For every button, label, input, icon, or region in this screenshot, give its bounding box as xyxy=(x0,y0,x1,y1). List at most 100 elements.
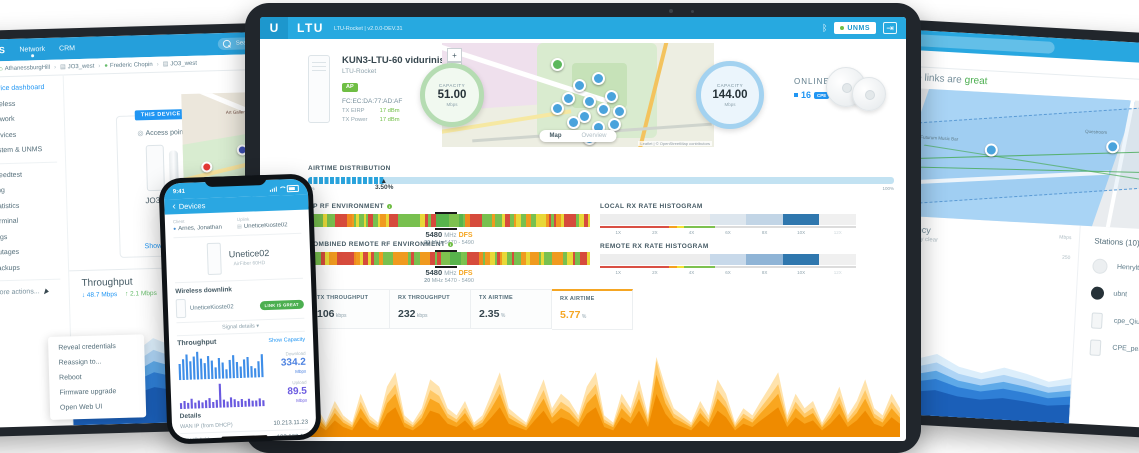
toggle-map[interactable]: Map xyxy=(539,130,571,142)
bluetooth-icon[interactable]: ᛒ xyxy=(822,23,827,33)
divider xyxy=(0,161,57,164)
client-value[interactable]: ●Arnes, Jonathan xyxy=(173,224,237,232)
sidebar-item-backups[interactable]: ↻Backups xyxy=(0,259,68,277)
cursor-icon xyxy=(44,288,50,295)
unms-button[interactable]: UNMS xyxy=(834,22,876,34)
client-label: Client xyxy=(173,217,237,224)
sidebar-item-system-unms[interactable]: ⚙System & UNMS xyxy=(0,141,65,159)
rf-spectrum-bar[interactable] xyxy=(308,214,590,227)
histogram-segment xyxy=(637,214,674,225)
tick-label: 1X xyxy=(600,270,637,275)
nav-crm[interactable]: CRM xyxy=(59,45,75,52)
sidebar-item-label: Terminal xyxy=(0,218,18,226)
breadcrumb-item-frederic-chopin[interactable]: ●Frederic Chopin xyxy=(104,61,152,68)
cpe-count: 16 xyxy=(801,90,811,100)
device-icon: ▤ xyxy=(60,63,66,70)
tab-rx-throughput[interactable]: RX THROUGHPUT232 kbps xyxy=(390,289,471,329)
sidebar-item-label: Outages xyxy=(0,249,19,257)
device-name: KUN3-LTU-60 vidurinis xyxy=(342,55,445,66)
sidebar-item-label: More actions... xyxy=(0,288,40,296)
device-model: AirFiber 60HD xyxy=(229,260,270,267)
tab-rx-airtime[interactable]: RX AIRTIME5.77 % xyxy=(552,289,633,330)
cpe-map-marker[interactable] xyxy=(573,79,586,92)
underline-segment xyxy=(715,226,856,228)
local-rx-rate-histogram: LOCAL RX RATE HISTOGRAM 1X2X4X6X8X10X12X xyxy=(600,203,856,235)
device-image xyxy=(206,243,221,275)
station-avatar xyxy=(1091,286,1105,300)
station-name: CPE_pelikan66 xyxy=(1112,345,1139,357)
underline-segment xyxy=(677,266,685,268)
online-status: ONLINE xyxy=(794,77,830,86)
sidebar-item-label: Logs xyxy=(0,234,7,241)
device-name: Unetice02 xyxy=(229,248,270,259)
stat-tab-value: 232 kbps xyxy=(398,304,470,322)
cpe-devices-image xyxy=(826,63,886,119)
local-capacity-bubble: CAPACITY 51.00 Mbps xyxy=(420,63,484,127)
histogram-segment xyxy=(746,254,783,265)
underline-segment xyxy=(600,266,669,268)
sidebar-item-more-actions[interactable]: More actions... xyxy=(0,283,69,301)
device-icon xyxy=(176,299,187,318)
tab-tx-throughput[interactable]: TX THROUGHPUT106 kbps xyxy=(308,289,390,329)
cpe-map-marker[interactable] xyxy=(592,72,605,85)
remote-rx-rate-histogram: REMOTE RX RATE HISTOGRAM 1X2X4X6X8X10X12… xyxy=(600,243,856,275)
tab-tx-airtime[interactable]: TX AIRTIME2.35 % xyxy=(471,289,552,329)
histogram-ticks: 1X2X4X6X8X10X12X xyxy=(600,270,856,275)
map-marker[interactable] xyxy=(1105,140,1119,154)
toggle-overview[interactable]: Overview xyxy=(571,130,616,142)
spectrum-segment xyxy=(587,252,590,265)
breadcrumb-label: JO3_west xyxy=(68,63,95,70)
home-indicator[interactable] xyxy=(221,435,267,440)
cpe-map-marker[interactable] xyxy=(578,110,591,123)
unms-brand: UNMS xyxy=(0,45,6,56)
breadcrumb-item-jo3-west[interactable]: ▤JO3_west xyxy=(163,60,198,68)
ap-map-marker[interactable] xyxy=(551,58,564,71)
underline-segment xyxy=(669,266,677,268)
airtime-max: 100% xyxy=(882,186,894,191)
menu-item-open-web-ui[interactable]: Open Web UI xyxy=(50,398,146,416)
cpe-map-marker[interactable] xyxy=(605,90,618,103)
tick-label: 10X xyxy=(783,230,820,235)
firmware-version: LTU-Rocket | v2.0.0-DEV.31 xyxy=(334,26,403,32)
breadcrumb-item-jo3-west[interactable]: ▤JO3_west xyxy=(60,63,95,71)
nav-network[interactable]: Network xyxy=(19,45,45,53)
cpe-map-marker[interactable] xyxy=(551,102,564,115)
cpe-map-marker[interactable] xyxy=(608,118,621,131)
info-icon[interactable]: i xyxy=(448,242,453,247)
ap-rf-environment: AP RF ENVIRONMENTi 5480 MHzDFS 20 MHz 54… xyxy=(308,203,590,246)
cpe-map-marker[interactable] xyxy=(567,116,580,129)
phone-screen: 9:41 ‹ Devices Client ●Arnes, Jonathan U… xyxy=(164,179,317,440)
station-row-cpe-pelikan66[interactable]: CPE_pelikan667d-41 dBm xyxy=(1088,333,1139,371)
stat-tab-label: TX AIRTIME xyxy=(479,295,551,301)
station-name: cpe_QiuXun xyxy=(1114,318,1139,330)
underline-segment xyxy=(715,266,856,268)
tick-label: 12X xyxy=(819,270,856,275)
show-capacity-link[interactable]: Show Capacity xyxy=(268,336,305,343)
device-icon: ▤ xyxy=(163,61,169,68)
page-title[interactable]: Devices xyxy=(179,201,206,211)
uplink-value[interactable]: ▤UneticeKioste02 xyxy=(237,222,301,230)
stat-tab-value: 5.77 % xyxy=(560,305,632,323)
camera-dot xyxy=(691,10,694,13)
cpe-map-marker[interactable] xyxy=(562,92,575,105)
map-view-toggle: Map Overview xyxy=(539,130,616,142)
center-tablet-frame: U LTU LTU-Rocket | v2.0.0-DEV.31 ᛒ UNMS … xyxy=(245,3,921,453)
underline-segment xyxy=(600,226,669,228)
rf-spectrum-bar[interactable] xyxy=(308,252,590,265)
histogram-segment xyxy=(710,214,747,225)
breadcrumb-item-athanessburghill[interactable]: ⌂AthanessburgHill xyxy=(0,64,50,71)
tick-label: 4X xyxy=(673,230,710,235)
channel-selection xyxy=(435,250,458,268)
device-icon: ▤ xyxy=(237,224,242,230)
station-avatar xyxy=(1093,258,1109,274)
tick-label: 10X xyxy=(783,270,820,275)
info-icon[interactable]: i xyxy=(387,204,392,209)
back-icon[interactable]: ‹ xyxy=(172,201,176,212)
exit-icon[interactable]: ⇥ xyxy=(883,22,897,34)
tick-label: 6X xyxy=(710,270,747,275)
detail-value: 192.168.1.1 xyxy=(277,433,309,439)
cpe-square-icon xyxy=(794,93,798,97)
zoom-in-button[interactable]: + xyxy=(447,48,462,62)
histogram-segment xyxy=(600,214,637,225)
underline-segment xyxy=(684,226,715,228)
